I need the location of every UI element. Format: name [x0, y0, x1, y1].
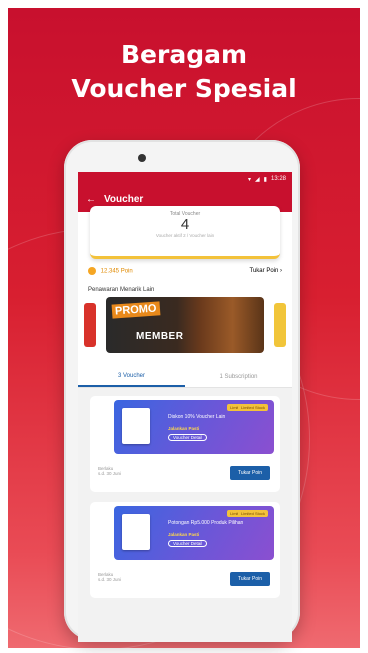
headline-line-2: Voucher Spesial — [71, 74, 297, 103]
validity-date: s.d. 30 Juni — [98, 577, 122, 582]
banner-promo-text: PROMO — [111, 301, 160, 319]
voucher-validity: Berlaku s.d. 30 Juni — [98, 466, 121, 476]
banner-member-text: MEMBER — [136, 331, 184, 342]
summary-note: Voucher aktif 2 / Voucher lain — [155, 233, 215, 238]
voucher-list: Limited Limited Stock Diskon 10% Voucher… — [78, 388, 292, 642]
headline: Beragam Voucher Spesial — [8, 38, 360, 106]
promo-banner[interactable]: PROMO MEMBER — [106, 297, 264, 353]
redeem-button[interactable]: Tukar Poin — [230, 466, 270, 480]
battery-icon: ▮ — [263, 176, 267, 183]
voucher-caption: Jalankan Pasti — [168, 532, 200, 537]
voucher-title-main: Potongan Rp5.000 — [168, 520, 210, 526]
points-value-wrap: 12.345 Poin — [88, 267, 133, 275]
section-title: Penawaran Menarik Lain — [88, 287, 155, 293]
voucher-caption: Jalankan Pasti — [168, 426, 200, 431]
headline-line-1: Beragam — [120, 40, 248, 69]
voucher-summary-card: Total Voucher 4 Voucher aktif 2 / Vouche… — [90, 206, 280, 259]
redeem-button[interactable]: Tukar Poin — [230, 572, 270, 586]
banner-peek-left[interactable] — [84, 303, 96, 347]
summary-count: 4 — [180, 216, 190, 233]
arrow-left-icon[interactable]: ← — [86, 194, 96, 205]
product-image — [122, 514, 150, 550]
tab-subscription[interactable]: 1 Subscription — [185, 367, 292, 387]
screenshot-frame: Beragam Voucher Spesial ▾ ◢ ▮ 13:28 ← Vo… — [0, 0, 368, 653]
page-title: Voucher — [104, 193, 144, 205]
points-row: 12.345 Poin Tukar Poin › — [78, 265, 292, 277]
status-time: 13:28 — [270, 176, 286, 182]
voucher-tag: Limited Stock — [237, 404, 268, 411]
banner-carousel[interactable]: PROMO MEMBER — [78, 297, 292, 355]
app-screen: ▾ ◢ ▮ 13:28 ← Voucher Total Voucher 4 Vo… — [78, 172, 292, 642]
banner-peek-right[interactable] — [274, 303, 286, 347]
voucher-title-main: Diskon 10% — [168, 414, 195, 420]
product-image — [122, 408, 150, 444]
wifi-icon: ▾ — [248, 176, 252, 183]
voucher-detail-chip[interactable]: Voucher Detail — [168, 434, 208, 441]
voucher-card-header: Limited Limited Stock Diskon 10% Voucher… — [114, 400, 274, 454]
voucher-title-sub: Voucher Lain — [196, 414, 226, 420]
tab-voucher[interactable]: 3 Voucher — [78, 367, 185, 387]
voucher-detail-chip[interactable]: Voucher Detail — [168, 540, 208, 547]
voucher-card[interactable]: Limited Limited Stock Potongan Rp5.000 P… — [90, 502, 280, 598]
voucher-title-sub: Produk Pilihan — [211, 520, 244, 526]
voucher-card-header: Limited Limited Stock Potongan Rp5.000 P… — [114, 506, 274, 560]
voucher-validity: Berlaku s.d. 30 Juni — [98, 572, 121, 582]
signal-icon: ◢ — [255, 176, 260, 183]
voucher-card[interactable]: Limited Limited Stock Diskon 10% Voucher… — [90, 396, 280, 492]
coin-icon — [88, 267, 96, 275]
redeem-points-link[interactable]: Tukar Poin › — [250, 268, 282, 274]
validity-date: s.d. 30 Juni — [98, 471, 122, 476]
camera-dot — [138, 154, 146, 162]
voucher-title: Potongan Rp5.000 Produk Pilihan — [168, 520, 268, 526]
voucher-title: Diskon 10% Voucher Lain — [168, 414, 268, 420]
status-bar: ▾ ◢ ▮ 13:28 — [78, 172, 292, 186]
points-value: 12.345 Poin — [100, 268, 133, 275]
voucher-tag: Limited Stock — [237, 510, 268, 517]
voucher-tabs: 3 Voucher 1 Subscription — [78, 367, 292, 388]
